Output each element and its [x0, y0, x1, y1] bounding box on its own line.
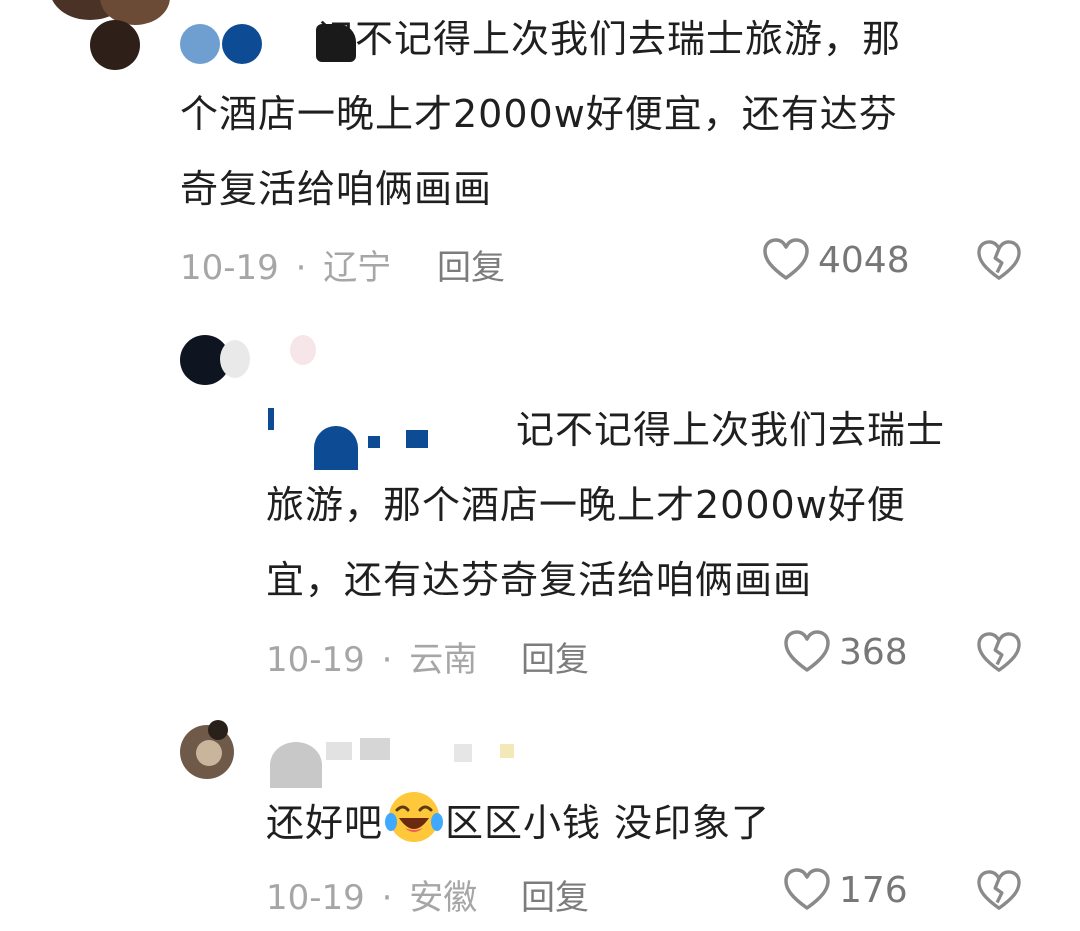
comment-line: 个酒店一晚上才2000w好便宜，还有达芬 [180, 92, 898, 136]
comment-location: 云南 [409, 640, 478, 680]
comment-line: 宜，还有达芬奇复活给咱俩画画 [266, 558, 813, 602]
comment-meta: 10-19 · 云南 [266, 632, 477, 681]
comment-date: 10-19 [180, 248, 279, 288]
avatar[interactable] [180, 720, 250, 780]
comment-date: 10-19 [266, 640, 365, 680]
comment-meta: 10-19 · 安徽 [266, 870, 477, 919]
comment-line: 奇复活给咱俩画画 [180, 167, 493, 211]
broken-heart-icon[interactable] [976, 870, 1022, 912]
reply-button[interactable]: 回复 [437, 240, 505, 289]
broken-heart-icon[interactable] [976, 240, 1022, 282]
meta-separator: · [381, 878, 393, 918]
comment-text-part: 区区小钱 没印象了 [445, 801, 771, 845]
heart-outline-icon [783, 630, 831, 674]
comment-location: 安徽 [409, 878, 478, 918]
broken-heart-icon[interactable] [976, 632, 1022, 674]
quoted-comment-text: 记不记得上次我们去瑞士 旅游，那个酒店一晚上才2000w好便 宜，还有达芬奇复活… [266, 393, 1056, 618]
like-button[interactable]: 4048 [762, 238, 910, 282]
comment-meta: 10-19 · 辽宁 [180, 240, 391, 289]
reply-button[interactable]: 回复 [521, 870, 589, 919]
reply-button[interactable]: 回复 [521, 632, 589, 681]
like-button[interactable]: 368 [783, 630, 908, 674]
comment-text: 还好吧 区区小钱 没印象了 [266, 786, 1056, 861]
meta-separator: · [381, 640, 393, 680]
like-count: 176 [839, 869, 908, 911]
meta-separator: · [295, 248, 307, 288]
comment-text-part: 还好吧 [266, 801, 384, 845]
comment-date: 10-19 [266, 878, 365, 918]
comment-line: 旅游，那个酒店一晚上才2000w好便 [266, 483, 906, 527]
username-redacted[interactable] [270, 738, 520, 788]
comment-line: 记不记得上次我们去瑞士 [516, 408, 946, 452]
heart-outline-icon [762, 238, 810, 282]
like-count: 4048 [818, 239, 910, 281]
comment-line: 记不记得上次我们去瑞士旅游，那 [316, 17, 902, 61]
comment-text: 记不记得上次我们去瑞士旅游，那 个酒店一晚上才2000w好便宜，还有达芬 奇复活… [180, 2, 1060, 227]
like-button[interactable]: 176 [783, 868, 908, 912]
heart-outline-icon [783, 868, 831, 912]
comment-location: 辽宁 [323, 248, 392, 288]
avatar[interactable] [40, 0, 180, 70]
laughing-crying-emoji-icon [385, 788, 444, 846]
avatar[interactable] [180, 335, 320, 395]
like-count: 368 [839, 631, 908, 673]
